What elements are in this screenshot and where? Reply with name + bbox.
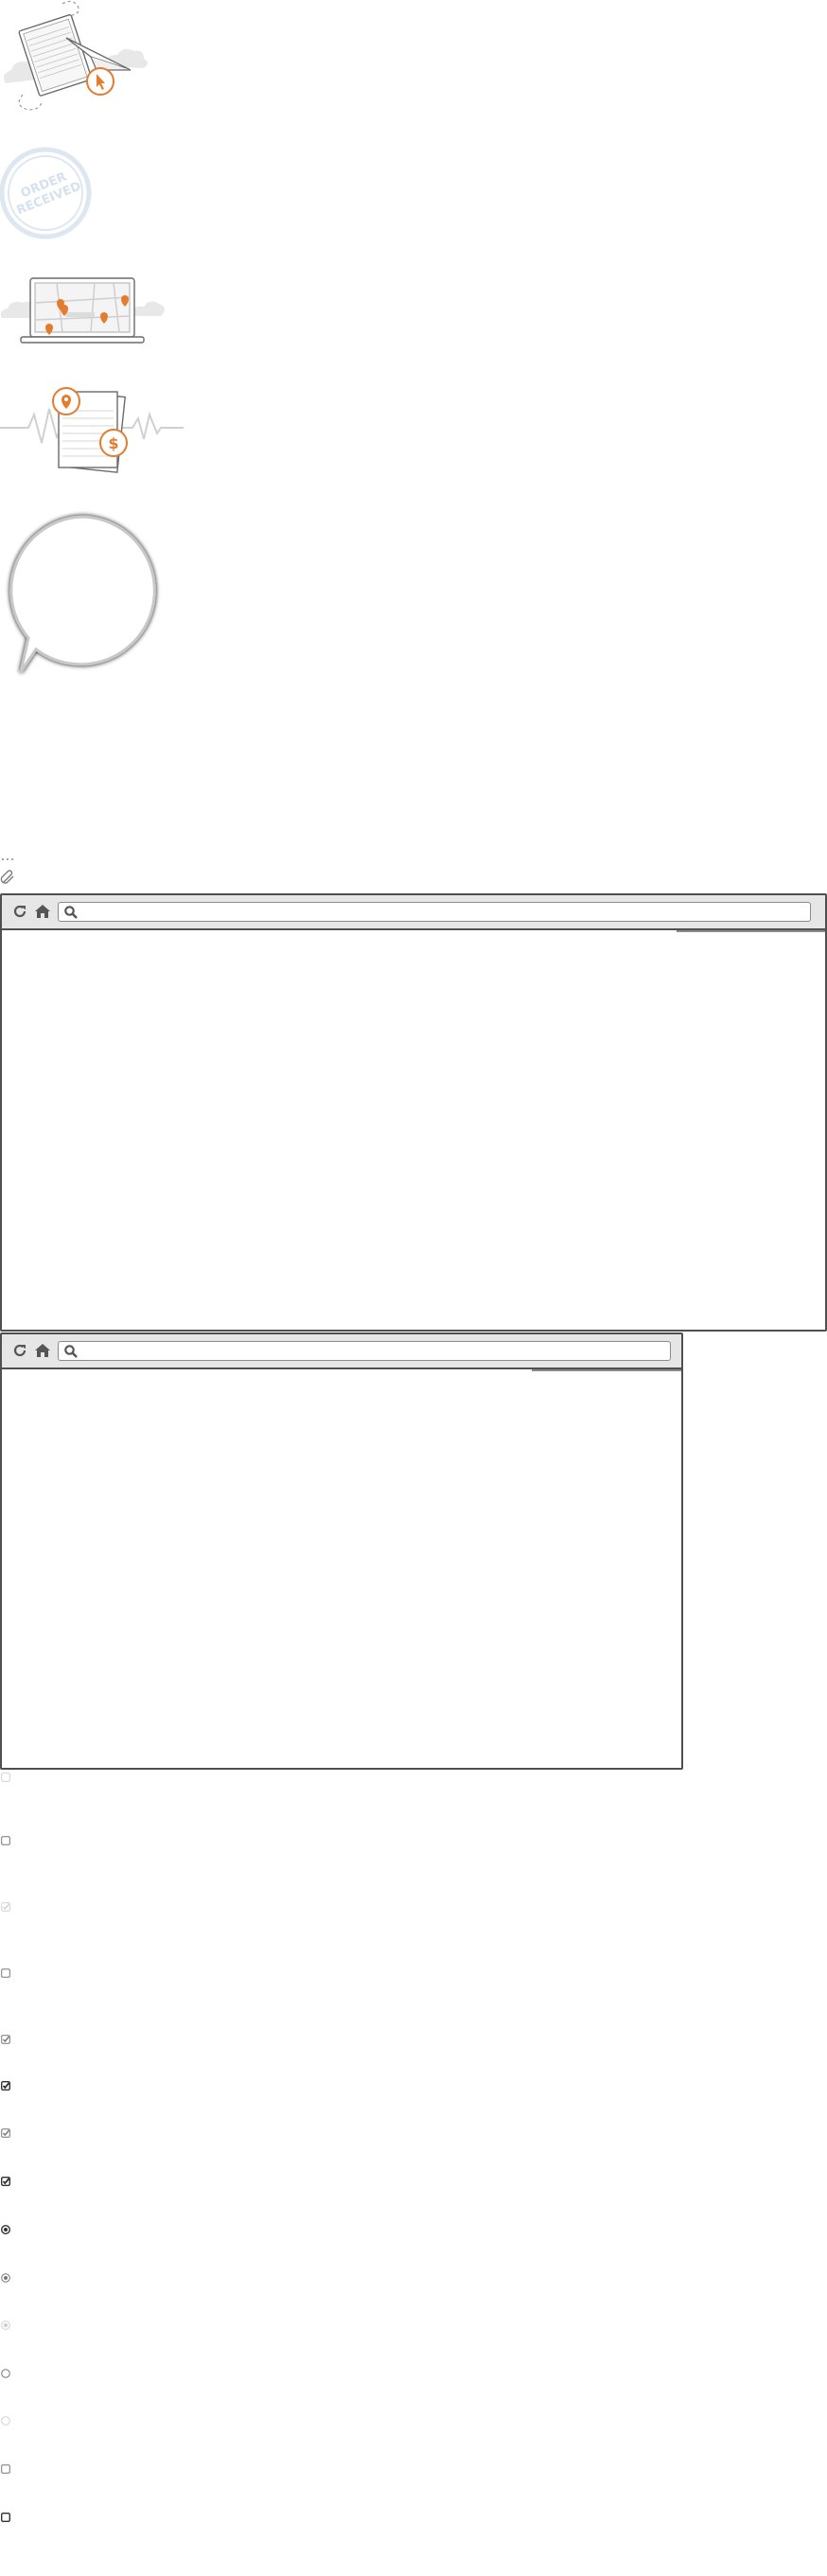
checkbox-unchecked[interactable] <box>1 1773 10 1782</box>
search-icon <box>63 905 79 920</box>
radio-selected[interactable] <box>0 2224 11 2235</box>
browser-toolbar <box>2 895 825 930</box>
svg-text:$: $ <box>108 434 118 452</box>
checkbox-checked[interactable] <box>1 1902 10 1912</box>
browser-viewport <box>2 932 825 1330</box>
speech-bubble-icon <box>0 511 163 674</box>
address-bar[interactable] <box>58 1341 671 1361</box>
radio-unselected[interactable] <box>1 2369 10 2378</box>
checkbox-checked[interactable] <box>0 2176 11 2187</box>
document-click-icon <box>0 0 151 114</box>
checkbox-unchecked[interactable] <box>1 2464 10 2474</box>
home-icon[interactable] <box>34 903 51 920</box>
browser-window <box>0 893 827 1332</box>
checkbox-checked[interactable] <box>1 2035 10 2044</box>
browser-viewport <box>2 1371 681 1768</box>
radio-unselected[interactable] <box>1 2416 10 2426</box>
checkbox-checked[interactable] <box>1 2128 10 2138</box>
paperclip-icon[interactable] <box>0 869 17 886</box>
browser-toolbar <box>2 1334 681 1369</box>
radio-selected[interactable] <box>1 2320 10 2330</box>
reload-icon[interactable] <box>11 903 28 920</box>
search-icon <box>63 1344 79 1359</box>
radio-selected[interactable] <box>1 2273 10 2283</box>
checkbox-unchecked[interactable] <box>1 1968 10 1978</box>
home-icon[interactable] <box>34 1342 51 1359</box>
checkbox-unchecked[interactable] <box>0 2512 11 2523</box>
order-received-stamp-icon: ORDER RECEIVED <box>0 147 95 242</box>
location-price-pages-icon: $ <box>0 380 185 477</box>
address-bar[interactable] <box>58 902 811 922</box>
checkbox-unchecked[interactable] <box>1 1836 10 1845</box>
laptop-map-icon <box>0 274 170 350</box>
reload-icon[interactable] <box>11 1342 28 1359</box>
browser-window <box>0 1332 683 1770</box>
ellipsis-icon <box>1 857 14 861</box>
checkbox-checked[interactable] <box>0 2080 11 2091</box>
